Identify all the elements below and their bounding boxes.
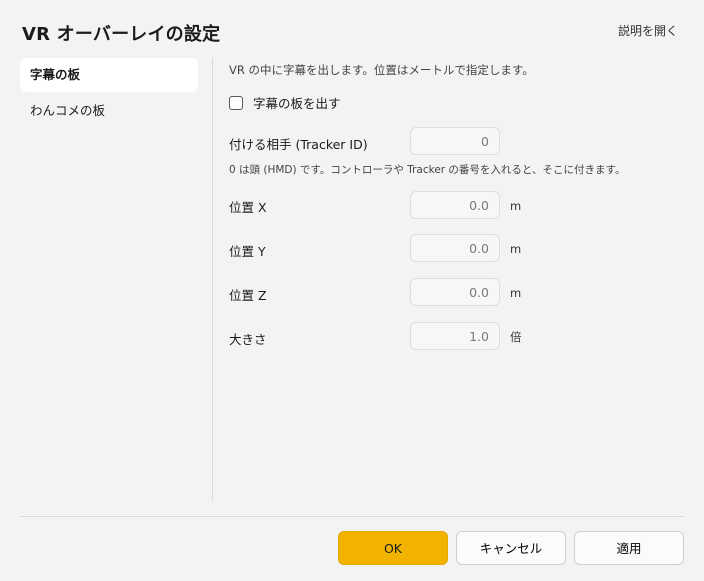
pos-y-input[interactable] xyxy=(410,234,500,262)
pos-x-label: 位置 X xyxy=(229,200,267,215)
cancel-button[interactable]: キャンセル xyxy=(456,531,566,565)
pos-z-input[interactable] xyxy=(410,278,500,306)
pos-x-unit: m xyxy=(510,199,522,213)
size-unit: 倍 xyxy=(510,330,522,344)
sidebar-item-wankome-board[interactable]: わんコメの板 xyxy=(20,94,198,128)
apply-button[interactable]: 適用 xyxy=(574,531,684,565)
panel-description: VR の中に字幕を出します。位置はメートルで指定します。 xyxy=(229,63,534,77)
show-board-toggle[interactable]: 字幕の板を出す xyxy=(229,93,341,112)
size-label: 大きさ xyxy=(229,332,267,347)
sidebar-divider xyxy=(212,58,213,501)
pos-z-label: 位置 Z xyxy=(229,288,267,303)
pos-y-unit: m xyxy=(510,242,522,256)
tracker-id-label: 付ける相手 (Tracker ID) xyxy=(229,137,368,152)
pos-x-input[interactable] xyxy=(410,191,500,219)
sidebar: 字幕の板 わんコメの板 xyxy=(20,58,198,130)
tracker-note: 0 は頭 (HMD) です。コントローラや Tracker の番号を入れると、そ… xyxy=(229,164,626,176)
show-board-label: 字幕の板を出す xyxy=(253,96,341,111)
pos-y-label: 位置 Y xyxy=(229,244,266,259)
help-link[interactable]: 説明を開く xyxy=(618,22,678,39)
size-input[interactable] xyxy=(410,322,500,350)
ok-button[interactable]: OK xyxy=(338,531,448,565)
footer-divider xyxy=(20,516,684,517)
tracker-id-input[interactable] xyxy=(410,127,500,155)
pos-z-unit: m xyxy=(510,286,522,300)
page-title: VR オーバーレイの設定 xyxy=(22,24,221,45)
sidebar-item-subtitle-board[interactable]: 字幕の板 xyxy=(20,58,198,92)
show-board-checkbox[interactable] xyxy=(229,95,243,110)
